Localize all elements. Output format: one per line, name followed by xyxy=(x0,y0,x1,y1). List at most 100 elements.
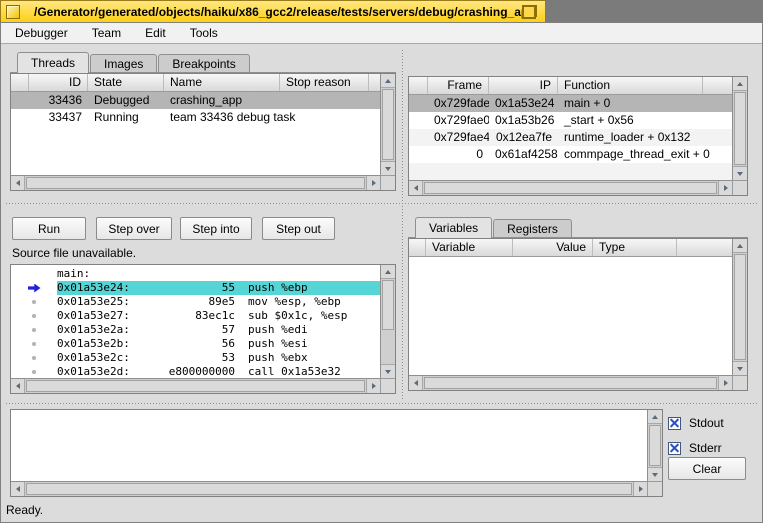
frames-col-blank[interactable] xyxy=(409,77,428,94)
threads-col-id[interactable]: ID xyxy=(29,74,88,91)
scroll-left-button[interactable] xyxy=(409,376,423,390)
tab-variables[interactable]: Variables xyxy=(415,217,493,238)
stderr-checkbox[interactable] xyxy=(668,441,681,455)
tab-breakpoints[interactable]: Breakpoints xyxy=(158,54,250,73)
scroll-track[interactable] xyxy=(733,253,747,361)
disasm-line[interactable]: 0x01a53e25: 89e5 mov %esp, %ebp xyxy=(11,295,380,309)
scroll-track[interactable] xyxy=(25,482,633,496)
threads-horizontal-scrollbar[interactable] xyxy=(11,175,380,190)
scroll-down-button[interactable] xyxy=(381,364,395,378)
menu-team[interactable]: Team xyxy=(84,24,129,42)
tab-threads[interactable]: Threads xyxy=(17,52,90,73)
scroll-left-button[interactable] xyxy=(11,482,25,496)
scroll-left-button[interactable] xyxy=(11,379,25,393)
run-button[interactable]: Run xyxy=(12,217,86,240)
frames-vertical-scrollbar[interactable] xyxy=(732,77,747,180)
scroll-track[interactable] xyxy=(733,91,747,166)
threads-col-stop-reason[interactable]: Stop reason xyxy=(280,74,369,91)
vertical-splitter[interactable] xyxy=(402,50,403,400)
scroll-right-button[interactable] xyxy=(366,176,380,190)
line-gutter[interactable] xyxy=(11,281,57,295)
variables-col-blank[interactable] xyxy=(409,239,426,256)
disasm-line-current[interactable]: 0x01a53e24: 55 push %ebp xyxy=(11,281,380,295)
scroll-thumb[interactable] xyxy=(26,177,365,189)
menu-edit[interactable]: Edit xyxy=(137,24,174,42)
scroll-up-button[interactable] xyxy=(381,74,395,88)
frames-col-ip[interactable]: IP xyxy=(489,77,558,94)
disassembly-body[interactable]: main: 0x01a53e24: 55 push %ebp 0x01a53e2… xyxy=(11,265,380,378)
scroll-up-button[interactable] xyxy=(733,77,747,91)
step-out-button[interactable]: Step out xyxy=(262,217,335,240)
step-over-button[interactable]: Step over xyxy=(96,217,172,240)
horizontal-splitter-bottom[interactable] xyxy=(6,403,757,404)
breakpoint-dot-icon[interactable] xyxy=(32,300,36,304)
menu-debugger[interactable]: Debugger xyxy=(7,24,76,42)
scroll-right-button[interactable] xyxy=(366,379,380,393)
zoom-button[interactable] xyxy=(522,4,537,19)
scroll-thumb[interactable] xyxy=(649,425,661,466)
threads-col-blank[interactable] xyxy=(11,74,29,91)
scroll-thumb[interactable] xyxy=(382,89,394,160)
breakpoint-dot-icon[interactable] xyxy=(32,328,36,332)
disasm-line[interactable]: 0x01a53e2d: e800000000 call 0x1a53e32 xyxy=(11,365,380,378)
threads-col-name[interactable]: Name xyxy=(164,74,280,91)
scroll-thumb[interactable] xyxy=(26,380,365,392)
scroll-right-button[interactable] xyxy=(718,181,732,195)
line-gutter[interactable] xyxy=(11,365,57,378)
scroll-down-button[interactable] xyxy=(381,161,395,175)
variables-col-type[interactable]: Type xyxy=(593,239,677,256)
thread-row-33437[interactable]: 33437 Running team 33436 debug task xyxy=(11,109,380,126)
scroll-down-button[interactable] xyxy=(733,361,747,375)
scroll-down-button[interactable] xyxy=(733,166,747,180)
scroll-up-button[interactable] xyxy=(381,265,395,279)
console-vertical-scrollbar[interactable] xyxy=(647,410,662,481)
line-gutter[interactable] xyxy=(11,309,57,323)
line-gutter[interactable] xyxy=(11,337,57,351)
threads-col-state[interactable]: State xyxy=(88,74,164,91)
title-bar[interactable]: /Generator/generated/objects/haiku/x86_g… xyxy=(0,0,546,22)
scroll-thumb[interactable] xyxy=(382,280,394,330)
horizontal-splitter-top[interactable] xyxy=(6,203,757,204)
variables-table-body[interactable] xyxy=(409,257,732,375)
scroll-track[interactable] xyxy=(423,376,718,390)
stdout-checkbox[interactable] xyxy=(668,416,681,430)
clear-button[interactable]: Clear xyxy=(668,457,746,480)
disasm-line[interactable]: 0x01a53e2c: 53 push %ebx xyxy=(11,351,380,365)
disasm-horizontal-scrollbar[interactable] xyxy=(11,378,380,393)
variables-horizontal-scrollbar[interactable] xyxy=(409,375,732,390)
disasm-line[interactable]: 0x01a53e2a: 57 push %edi xyxy=(11,323,380,337)
variables-col-value[interactable]: Value xyxy=(513,239,593,256)
console-text-area[interactable] xyxy=(11,410,647,481)
scroll-right-button[interactable] xyxy=(718,376,732,390)
disasm-line[interactable]: 0x01a53e27: 83ec1c sub $0x1c, %esp xyxy=(11,309,380,323)
scroll-thumb[interactable] xyxy=(26,483,632,495)
scroll-track[interactable] xyxy=(25,379,366,393)
breakpoint-dot-icon[interactable] xyxy=(32,342,36,346)
tab-images[interactable]: Images xyxy=(90,54,158,73)
disasm-line[interactable]: 0x01a53e2b: 56 push %esi xyxy=(11,337,380,351)
scroll-track[interactable] xyxy=(381,279,395,364)
line-gutter[interactable] xyxy=(11,323,57,337)
variables-vertical-scrollbar[interactable] xyxy=(732,239,747,375)
line-gutter[interactable] xyxy=(11,267,57,281)
console-horizontal-scrollbar[interactable] xyxy=(11,481,647,496)
frames-col-frame[interactable]: Frame xyxy=(428,77,489,94)
scroll-thumb[interactable] xyxy=(734,92,746,165)
step-into-button[interactable]: Step into xyxy=(180,217,252,240)
breakpoint-dot-icon[interactable] xyxy=(32,356,36,360)
frame-row-start[interactable]: 0x729fae08 0x1a53b26 _start + 0x56 xyxy=(409,112,732,129)
scroll-down-button[interactable] xyxy=(648,467,662,481)
scroll-track[interactable] xyxy=(648,424,662,467)
scroll-track[interactable] xyxy=(25,176,366,190)
scroll-up-button[interactable] xyxy=(648,410,662,424)
breakpoint-dot-icon[interactable] xyxy=(32,370,36,374)
scroll-left-button[interactable] xyxy=(409,181,423,195)
threads-vertical-scrollbar[interactable] xyxy=(380,74,395,175)
close-button[interactable] xyxy=(6,4,20,19)
thread-row-33436[interactable]: 33436 Debugged crashing_app xyxy=(11,92,380,109)
frame-row-commpage[interactable]: 0 0x61af4258 commpage_thread_exit + 0 xyxy=(409,146,732,163)
frame-row-runtime-loader[interactable]: 0x729fae48 0x12ea7fe runtime_loader + 0x… xyxy=(409,129,732,146)
line-gutter[interactable] xyxy=(11,295,57,309)
scroll-thumb[interactable] xyxy=(424,182,717,194)
frame-row-main[interactable]: 0x729fade0 0x1a53e24 main + 0 xyxy=(409,95,732,112)
